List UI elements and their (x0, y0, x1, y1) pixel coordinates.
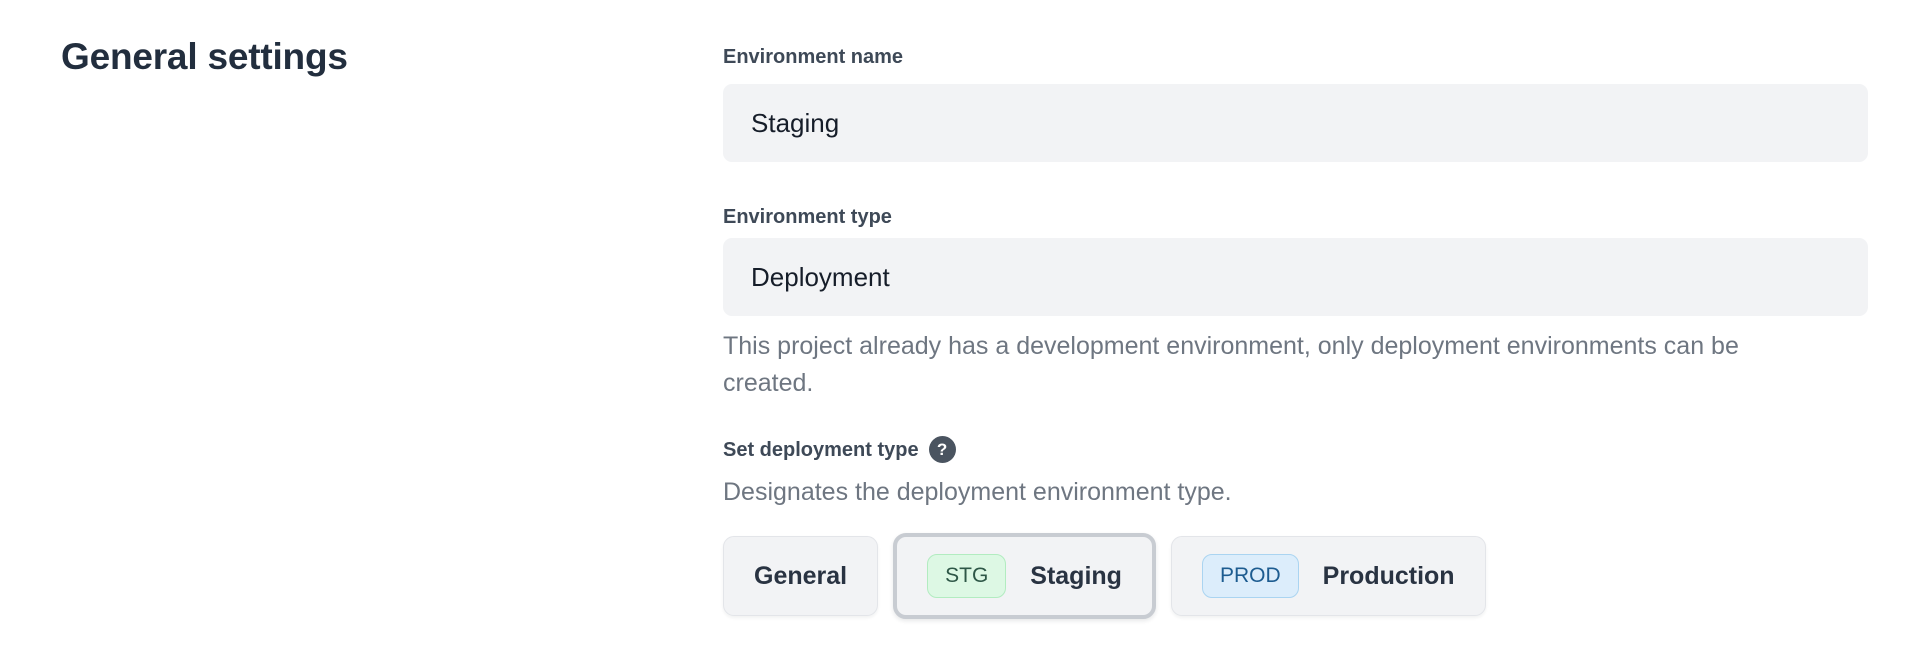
environment-type-hint: This project already has a development e… (723, 328, 1813, 402)
environment-type-label: Environment type (723, 204, 1868, 230)
settings-form: Environment name Environment type This p… (723, 44, 1868, 619)
option-general-label: General (754, 562, 847, 591)
deployment-type-option-staging[interactable]: STG Staging (893, 533, 1156, 619)
deployment-type-option-general[interactable]: General (723, 536, 878, 616)
deployment-type-option-production[interactable]: PROD Production (1171, 536, 1486, 616)
set-deployment-type-label: Set deployment type (723, 437, 919, 463)
environment-name-input[interactable] (723, 84, 1868, 162)
question-mark-icon[interactable]: ? (929, 436, 956, 463)
option-production-label: Production (1323, 562, 1455, 591)
page-title: General settings (61, 36, 348, 78)
set-deployment-type-row: Set deployment type ? (723, 436, 1868, 463)
environment-name-label: Environment name (723, 44, 1868, 70)
option-staging-label: Staging (1030, 562, 1122, 591)
production-badge: PROD (1202, 554, 1299, 598)
deployment-type-options: General STG Staging PROD Production (723, 533, 1868, 619)
general-settings-page: General settings Environment name Enviro… (0, 0, 1916, 652)
staging-badge: STG (927, 554, 1006, 598)
environment-type-input[interactable] (723, 238, 1868, 316)
deployment-type-description: Designates the deployment environment ty… (723, 475, 1868, 509)
